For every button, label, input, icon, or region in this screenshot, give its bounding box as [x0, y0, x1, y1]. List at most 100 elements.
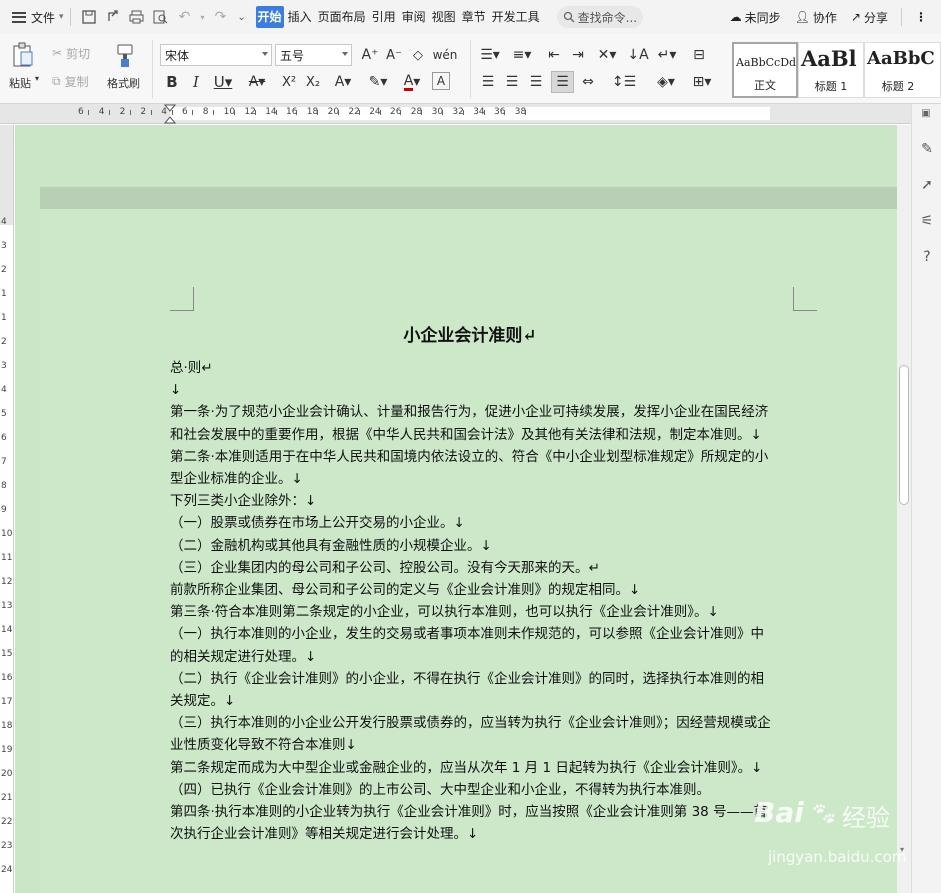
paragraph[interactable]: 第二条规定而成为大中型企业或金融企业的，应当从次年 1 月 1 日起转为执行《企… — [170, 757, 774, 779]
paste-button[interactable] — [8, 40, 38, 70]
superscript-icon[interactable]: X² — [278, 72, 300, 92]
shrink-font-icon[interactable]: A⁻ — [384, 45, 404, 65]
print-preview-icon[interactable] — [151, 7, 171, 27]
strikethrough-icon[interactable]: A▾ — [244, 72, 270, 92]
paragraph[interactable]: （二）金融机构或其他具有金融性质的小规模企业。↓ — [170, 535, 774, 557]
adjust-icon[interactable]: ⚟ — [918, 212, 936, 230]
pointer-icon[interactable]: ➚ — [918, 176, 936, 194]
undo-icon[interactable]: ↶ — [175, 7, 195, 27]
tab-review[interactable]: 审阅 — [400, 6, 428, 28]
ruler-number: 1 — [1, 313, 7, 323]
tab-developer[interactable]: 开发工具 — [490, 6, 542, 28]
paragraph[interactable]: 第一条·为了规范小企业会计确认、计量和报告行为，促进小企业可持续发展，发挥小企业… — [170, 401, 774, 445]
align-right-icon[interactable]: ☰ — [526, 72, 546, 92]
tab-references[interactable]: 引用 — [370, 6, 398, 28]
decrease-indent-icon[interactable]: ⇤ — [544, 45, 564, 65]
tab-page-layout[interactable]: 页面布局 — [316, 6, 368, 28]
pen-icon[interactable]: ✎ — [918, 140, 936, 158]
cut-button[interactable]: ✂ 剪切 — [52, 44, 102, 62]
document-canvas[interactable]: 小企业会计准则↵ 总·则↵ ↓ 第一条·为了规范小企业会计确认、计量和报告行为，… — [15, 125, 897, 893]
paragraph[interactable]: 下列三类小企业除外：↓ — [170, 490, 774, 512]
style-heading-1[interactable]: AaBl 标题 1 — [798, 42, 864, 98]
separator — [69, 8, 71, 26]
indent-marker-icon[interactable] — [164, 104, 176, 124]
font-color-icon[interactable]: A ▾ — [398, 72, 426, 92]
clear-format-icon[interactable]: ◇ — [408, 45, 428, 65]
italic-icon[interactable]: I — [186, 72, 206, 92]
increase-indent-icon[interactable]: ⇥ — [568, 45, 588, 65]
horizontal-ruler[interactable]: 6 4 2 2 4 6 8 10 12 14 16 18 20 22 24 26 28 30 32 34 36 38 — [0, 104, 941, 124]
ruler-tick — [254, 110, 256, 115]
redo-icon[interactable]: ↷ — [211, 7, 231, 27]
paragraph[interactable]: 前款所称企业集团、母公司和子公司的定义与《企业会计准则》的规定相同。↓ — [170, 579, 774, 601]
justify-icon[interactable]: ☰ — [551, 71, 574, 93]
more-options-icon[interactable]: ⋮ — [915, 6, 927, 28]
numbered-list-icon[interactable]: ≡▾ — [510, 45, 534, 65]
highlight-icon[interactable]: ✎▾ — [364, 72, 392, 92]
scrollbar-thumb[interactable] — [899, 365, 909, 505]
tab-home[interactable]: 开始 — [255, 6, 284, 28]
print-icon[interactable] — [127, 7, 147, 27]
ruler-number: 18 — [1, 721, 13, 731]
tab-section[interactable]: 章节 — [460, 6, 488, 28]
paragraph[interactable]: 第二条·本准则适用于在中华人民共和国境内依法设立的、符合《中小企业划型标准规定》… — [170, 446, 774, 490]
subscript-icon[interactable]: X₂ — [302, 72, 324, 92]
align-left-icon[interactable]: ☰ — [478, 72, 498, 92]
more-quick-access-icon[interactable]: ⌄ — [235, 7, 249, 27]
show-marks-icon[interactable]: ↵▾ — [654, 45, 680, 65]
ruler-number: 19 — [1, 745, 13, 755]
margin-corner-mark — [793, 287, 817, 311]
phonetic-guide-icon[interactable]: wén — [432, 45, 458, 65]
paragraph[interactable]: （一）执行本准则的小企业，发生的交易或者事项本准则未作规范的，可以参照《企业会计… — [170, 623, 774, 667]
align-center-icon[interactable]: ☰ — [502, 72, 522, 92]
tab-view[interactable]: 视图 — [430, 6, 458, 28]
font-size-select[interactable]: 五号 — [275, 44, 352, 66]
watermark-brand: Bai — [754, 796, 804, 829]
chinese-layout-icon[interactable]: ✕▾ — [594, 45, 620, 65]
panel-toggle-icon[interactable]: ▣ — [914, 108, 938, 122]
underline-icon[interactable]: U▾ — [210, 72, 236, 92]
paragraph[interactable]: 总·则↵ — [170, 357, 774, 379]
export-icon[interactable] — [103, 7, 123, 27]
document-title[interactable]: 小企业会计准则↵ — [170, 321, 770, 346]
style-heading-2[interactable]: AaBbC 标题 2 — [864, 42, 941, 98]
bold-icon[interactable]: B — [162, 72, 182, 92]
paragraph[interactable]: （一）股票或债券在市场上公开交易的小企业。↓ — [170, 512, 774, 534]
paragraph[interactable]: （四）已执行《企业会计准则》的上市公司、大中型企业和小企业，不得转为执行本准则。 — [170, 779, 774, 801]
paragraph[interactable]: （三）企业集团内的母公司和子公司、控股公司。没有今天那来的天。↵ — [170, 557, 774, 579]
paragraph[interactable]: （三）执行本准则的小企业公开发行股票或债券的，应当转为执行《企业会计准则》；因经… — [170, 712, 774, 756]
paragraph[interactable]: 第四条·执行本准则的小企业转为执行《企业会计准则》时，应当按照《企业会计准则第 … — [170, 801, 774, 845]
chevron-down-icon[interactable]: ▾ — [199, 7, 207, 27]
bullet-list-icon[interactable]: ☰▾ — [478, 45, 502, 65]
file-menu[interactable]: 文件 ▾ — [0, 6, 64, 28]
command-search[interactable]: 查找命令... — [556, 6, 644, 28]
character-border-icon[interactable]: A — [432, 72, 450, 90]
document-body[interactable]: 总·则↵ ↓ 第一条·为了规范小企业会计确认、计量和报告行为，促进小企业可持续发… — [170, 357, 774, 845]
distributed-icon[interactable]: ⊟ — [688, 45, 710, 65]
borders-icon[interactable]: ⊞▾ — [688, 72, 716, 92]
distribute-align-icon[interactable]: ⇔ — [578, 72, 598, 92]
vertical-scrollbar[interactable]: ▾ — [897, 125, 911, 893]
save-icon[interactable] — [79, 7, 99, 27]
tab-insert[interactable]: 插入 — [286, 6, 314, 28]
copy-button[interactable]: ⧉ 复制 — [52, 72, 102, 90]
grow-font-icon[interactable]: A⁺ — [360, 45, 380, 65]
ruler-tick — [317, 110, 319, 115]
text-effect-icon[interactable]: A▾ — [330, 72, 356, 92]
paragraph[interactable]: ↓ — [170, 379, 774, 401]
paragraph[interactable]: （二）执行《企业会计准则》的小企业，不得在执行《企业会计准则》的同时，选择执行本… — [170, 668, 774, 712]
chevron-down-icon[interactable]: ▾ — [35, 74, 39, 83]
help-icon[interactable]: ? — [918, 248, 936, 266]
style-normal[interactable]: AaBbCcDd 正文 — [732, 42, 798, 98]
format-painter-button[interactable] — [112, 42, 138, 70]
shading-icon[interactable]: ◈▾ — [652, 72, 680, 92]
vertical-ruler[interactable]: 4 3 2 1 1 2 3 4 5 6 7 8 9 10 11 12 13 14 15 16 17 18 19 20 21 22 2… — [0, 125, 14, 893]
font-name-select[interactable]: 宋体 — [160, 44, 272, 66]
share-button[interactable]: ↗ 分享 — [851, 6, 888, 28]
sync-status-button[interactable]: ☁ 未同步 — [730, 6, 781, 28]
collaborate-button[interactable]: 👤︎ 协作 — [795, 6, 837, 28]
line-spacing-icon[interactable]: ↕☰ — [610, 72, 638, 92]
sort-icon[interactable]: ↓A — [627, 45, 648, 65]
paragraph[interactable]: 第三条·符合本准则第二条规定的小企业，可以执行本准则，也可以执行《企业会计准则》… — [170, 601, 774, 623]
ribbon-tabs: 开始 插入 页面布局 引用 审阅 视图 章节 开发工具 — [255, 6, 543, 28]
